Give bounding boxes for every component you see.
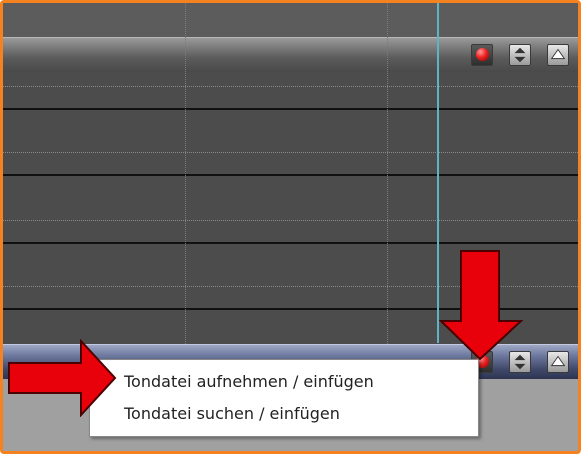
context-menu: Tondatei aufnehmen / einfügen Tondatei s… (89, 359, 479, 437)
grid-line (3, 86, 578, 87)
collapse-up-icon (550, 355, 566, 367)
track-height-button[interactable] (509, 44, 531, 66)
track-divider (3, 174, 578, 176)
collapse-track-button[interactable] (547, 351, 569, 373)
track-header-1[interactable] (3, 37, 578, 73)
grid-line (3, 152, 578, 153)
up-down-arrows-icon (514, 47, 526, 63)
grid-line (3, 220, 578, 221)
record-button[interactable] (471, 44, 493, 66)
right-arrow-annotation (8, 339, 117, 417)
track-divider (3, 108, 578, 110)
grid-line-vertical (185, 3, 186, 344)
track-divider (3, 242, 578, 244)
down-arrow-annotation (439, 250, 524, 361)
menu-item-search-insert[interactable]: Tondatei suchen / einfügen (124, 404, 340, 423)
collapse-track-button[interactable] (547, 44, 569, 66)
grid-line-vertical (387, 3, 388, 344)
collapse-up-icon (550, 48, 566, 60)
menu-item-record-insert[interactable]: Tondatei aufnehmen / einfügen (124, 372, 374, 391)
timeline-strip (3, 3, 578, 37)
app-frame: Tondatei aufnehmen / einfügen Tondatei s… (0, 0, 581, 454)
